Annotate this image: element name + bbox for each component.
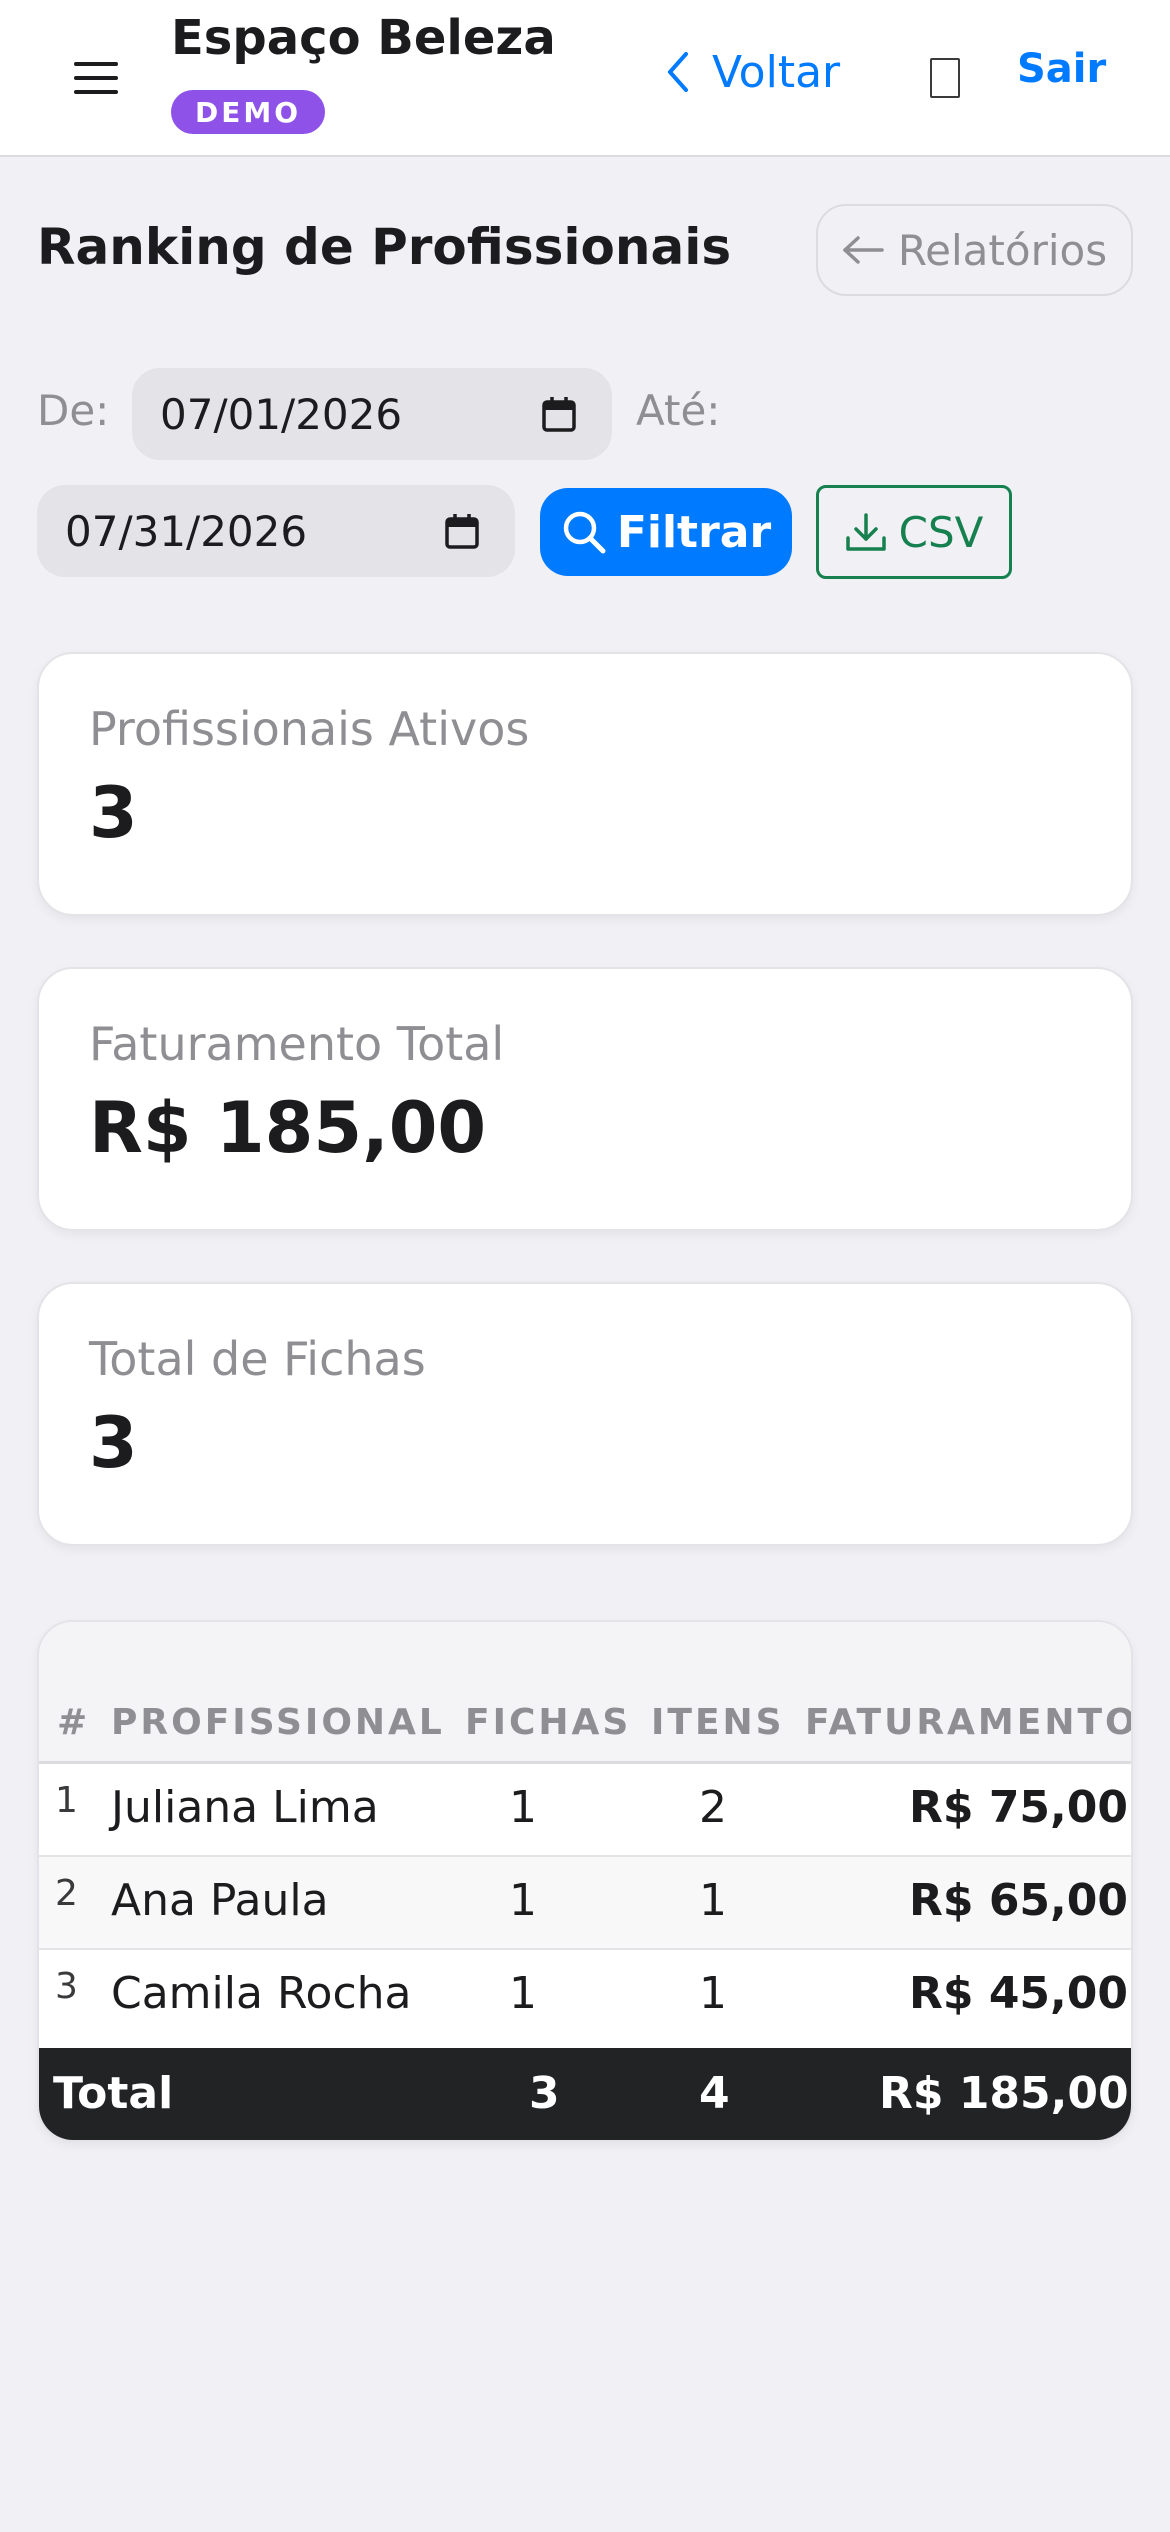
table-row: 1 Juliana Lima 1 2 R$ 75,00 [39,1764,1131,1857]
app-title: Espaço Beleza [171,10,556,66]
fichas-count: 1 [509,1782,537,1833]
stat-label: Total de Fichas [89,1332,426,1386]
fichas-count: 1 [509,1968,537,2019]
table-row: 2 Ana Paula 1 1 R$ 65,00 [39,1857,1131,1950]
stat-card-active-professionals: Profissionais Ativos 3 [37,652,1133,916]
stat-label: Faturamento Total [89,1017,505,1071]
ranking-table[interactable]: # PROFISSIONAL FICHAS ITENS FATURAMENTO … [37,1620,1133,2142]
rank-number: 2 [55,1873,78,1914]
table-total-row: Total 3 4 R$ 185,00 [39,2048,1131,2140]
top-bar: Espaço Beleza DEMO Voltar Sair [0,0,1170,157]
itens-count: 1 [699,1875,727,1926]
filter-button[interactable]: Filtrar [540,488,792,576]
column-header-rank: # [57,1702,91,1743]
stat-value: 3 [89,772,138,854]
csv-button-label: CSV [898,507,984,557]
total-label: Total [53,2068,174,2119]
stat-value: R$ 185,00 [89,1087,487,1169]
itens-count: 1 [699,1968,727,2019]
fichas-count: 1 [509,1875,537,1926]
back-button[interactable]: Voltar [666,42,840,102]
logout-button[interactable]: Sair [1017,46,1106,92]
demo-badge: DEMO [171,90,325,134]
professional-name: Ana Paula [111,1875,329,1926]
faturamento-value: R$ 75,00 [909,1782,1128,1833]
chevron-left-icon [668,52,688,92]
rank-number: 3 [55,1966,78,2007]
professional-name: Camila Rocha [111,1968,412,2019]
from-date-value: 07/01/2026 [160,389,403,439]
csv-export-button[interactable]: CSV [816,485,1012,579]
menu-icon[interactable] [74,60,118,96]
reports-button[interactable]: Relatórios [816,204,1133,296]
rank-number: 1 [55,1780,78,1821]
professional-name: Juliana Lima [111,1782,379,1833]
download-icon [845,513,886,551]
to-label: Até: [636,386,721,435]
column-header-itens: ITENS [651,1702,785,1743]
back-button-label: Voltar [712,46,841,98]
column-header-professional: PROFISSIONAL [111,1702,445,1743]
calendar-icon[interactable] [542,396,576,432]
faturamento-value: R$ 65,00 [909,1875,1128,1926]
from-date-input[interactable]: 07/01/2026 [132,368,612,460]
column-header-faturamento: FATURAMENTO [805,1702,1133,1743]
stat-card-total-tickets: Total de Fichas 3 [37,1282,1133,1546]
column-header-fichas: FICHAS [465,1702,632,1743]
from-label: De: [37,386,110,435]
table-row: 3 Camila Rocha 1 1 R$ 45,00 [39,1950,1131,2048]
faturamento-value: R$ 45,00 [909,1968,1128,2019]
table-header: # PROFISSIONAL FICHAS ITENS FATURAMENTO [39,1622,1133,1764]
itens-count: 2 [699,1782,727,1833]
to-date-value: 07/31/2026 [65,506,308,556]
total-fichas: 3 [529,2068,560,2119]
stat-label: Profissionais Ativos [89,702,530,756]
stat-value: 3 [89,1402,138,1484]
stat-card-total-revenue: Faturamento Total R$ 185,00 [37,967,1133,1231]
page-title: Ranking de Profissionais [37,218,732,276]
reports-button-label: Relatórios [897,225,1108,275]
notification-icon[interactable] [930,58,960,98]
total-faturamento: R$ 185,00 [879,2068,1129,2119]
search-icon [563,511,606,554]
arrow-left-icon [843,236,884,264]
filter-button-label: Filtrar [616,506,772,558]
total-itens: 4 [699,2068,730,2119]
to-date-input[interactable]: 07/31/2026 [37,485,515,577]
calendar-icon[interactable] [445,513,479,549]
